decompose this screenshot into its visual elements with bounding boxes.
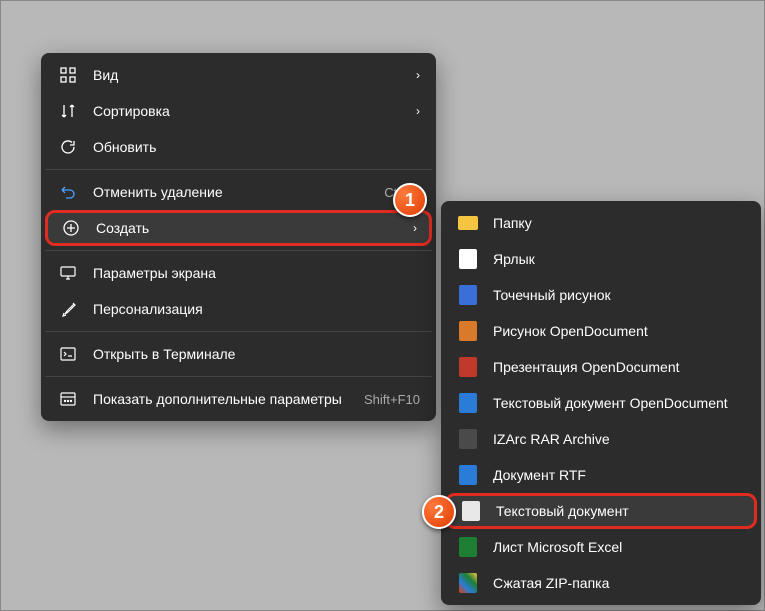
submenu-item-8[interactable]: Текстовый документ [445,493,757,529]
callout-badge-1: 1 [393,183,427,217]
submenu-item-7[interactable]: Документ RTF [445,457,757,493]
shortcut-text: Shift+F10 [364,392,420,407]
menu-label: Сжатая ZIP-папка [493,575,745,591]
menu-label: Презентация OpenDocument [493,359,745,375]
badge-number: 2 [434,502,444,523]
callout-badge-2: 2 [422,495,456,529]
menu-label: Рисунок OpenDocument [493,323,745,339]
menu-label: Текстовый документ OpenDocument [493,395,745,411]
menu-label: Обновить [93,139,420,155]
submenu-item-6[interactable]: IZArc RAR Archive [445,421,757,457]
menu-item-undo-delete[interactable]: Отменить удаление Ctrl+Z [45,174,432,210]
rar-icon [457,428,479,450]
submenu-item-0[interactable]: Папку [445,205,757,241]
odg-icon [457,320,479,342]
menu-item-new[interactable]: Создать › [45,210,432,246]
menu-label: Документ RTF [493,467,745,483]
chevron-right-icon: › [416,68,420,82]
context-menu-new: Папку Ярлык Точечный рисунок Рисунок OpenDo… [441,201,761,605]
menu-label: Текстовый документ [496,503,742,519]
menu-label: Открыть в Терминале [93,346,420,362]
context-menu-main: Вид › Сортировка › Обновить Отменить уда… [41,53,436,421]
sort-icon [57,100,79,122]
zip-icon [457,572,479,594]
submenu-item-4[interactable]: Презентация OpenDocument [445,349,757,385]
separator [45,250,432,251]
submenu-item-2[interactable]: Точечный рисунок [445,277,757,313]
submenu-item-3[interactable]: Рисунок OpenDocument [445,313,757,349]
refresh-icon [57,136,79,158]
menu-label: Отменить удаление [93,184,374,200]
submenu-item-9[interactable]: Лист Microsoft Excel [445,529,757,565]
menu-item-sort[interactable]: Сортировка › [45,93,432,129]
submenu-item-5[interactable]: Текстовый документ OpenDocument [445,385,757,421]
chevron-right-icon: › [413,221,417,235]
separator [45,169,432,170]
brush-icon [57,298,79,320]
menu-label: Персонализация [93,301,420,317]
menu-label: Параметры экрана [93,265,420,281]
menu-item-more-options[interactable]: Показать дополнительные параметры Shift+… [45,381,432,417]
menu-label: Сортировка [93,103,406,119]
plus-circle-icon [60,217,82,239]
bmp-icon [457,284,479,306]
shortcut-icon [457,248,479,270]
menu-label: Ярлык [493,251,745,267]
odt-icon [457,392,479,414]
txt-icon [460,500,482,522]
menu-label: Создать [96,220,403,236]
menu-label: IZArc RAR Archive [493,431,745,447]
menu-item-personalize[interactable]: Персонализация [45,291,432,327]
folder-icon [457,212,479,234]
undo-icon [57,181,79,203]
menu-item-open-terminal[interactable]: Открыть в Терминале [45,336,432,372]
terminal-icon [57,343,79,365]
menu-item-display-settings[interactable]: Параметры экрана [45,255,432,291]
menu-label: Показать дополнительные параметры [93,391,354,407]
display-icon [57,262,79,284]
menu-item-view[interactable]: Вид › [45,57,432,93]
separator [45,376,432,377]
badge-number: 1 [405,190,415,211]
odp-icon [457,356,479,378]
menu-label: Лист Microsoft Excel [493,539,745,555]
chevron-right-icon: › [416,104,420,118]
more-options-icon [57,388,79,410]
menu-item-refresh[interactable]: Обновить [45,129,432,165]
menu-label: Точечный рисунок [493,287,745,303]
menu-label: Вид [93,67,406,83]
xls-icon [457,536,479,558]
grid-icon [57,64,79,86]
submenu-item-1[interactable]: Ярлык [445,241,757,277]
menu-label: Папку [493,215,745,231]
separator [45,331,432,332]
submenu-item-10[interactable]: Сжатая ZIP-папка [445,565,757,601]
rtf-icon [457,464,479,486]
